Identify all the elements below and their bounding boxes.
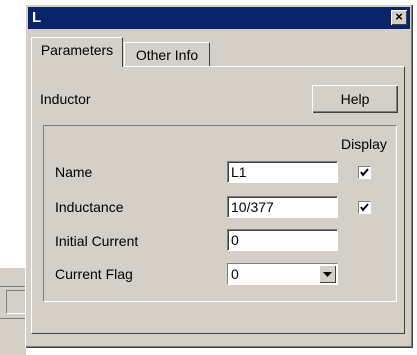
chevron-down-icon (323, 272, 332, 277)
inductance-display-checkbox[interactable] (358, 201, 371, 214)
inductance-field[interactable]: 10/377 (227, 196, 338, 218)
name-display-checkbox[interactable] (358, 166, 371, 179)
help-button-label: Help (340, 91, 370, 107)
initial-current-field[interactable]: 0 (227, 229, 338, 251)
check-icon (360, 168, 369, 177)
check-icon (360, 203, 369, 212)
title-bar[interactable]: L × (28, 7, 410, 29)
background-divider (0, 286, 26, 287)
background-divider (0, 318, 26, 319)
initial-current-field-value: 0 (231, 232, 239, 248)
background-window-fragment (0, 268, 26, 355)
inductance-field-value: 10/377 (231, 199, 274, 215)
tab-label: Other Info (135, 47, 199, 63)
name-label: Name (55, 164, 93, 180)
current-flag-label: Current Flag (55, 266, 133, 282)
tab-parameters[interactable]: Parameters (31, 37, 123, 67)
close-button[interactable]: × (391, 10, 407, 25)
window-title: L (32, 9, 42, 26)
inductance-label: Inductance (55, 199, 124, 215)
current-flag-value: 0 (231, 266, 239, 282)
tab-label: Parameters (40, 42, 114, 58)
dropdown-button[interactable] (319, 265, 336, 283)
close-icon: × (395, 9, 403, 24)
name-field-value: L1 (231, 164, 247, 180)
current-flag-dropdown[interactable]: 0 (227, 263, 338, 285)
tab-other-info[interactable]: Other Info (124, 42, 210, 67)
initial-current-label: Initial Current (55, 233, 139, 249)
display-column-header: Display (341, 136, 387, 152)
background-control (6, 290, 26, 314)
name-field[interactable]: L1 (227, 161, 338, 183)
help-button[interactable]: Help (312, 85, 398, 113)
component-type-label: Inductor (40, 91, 91, 107)
